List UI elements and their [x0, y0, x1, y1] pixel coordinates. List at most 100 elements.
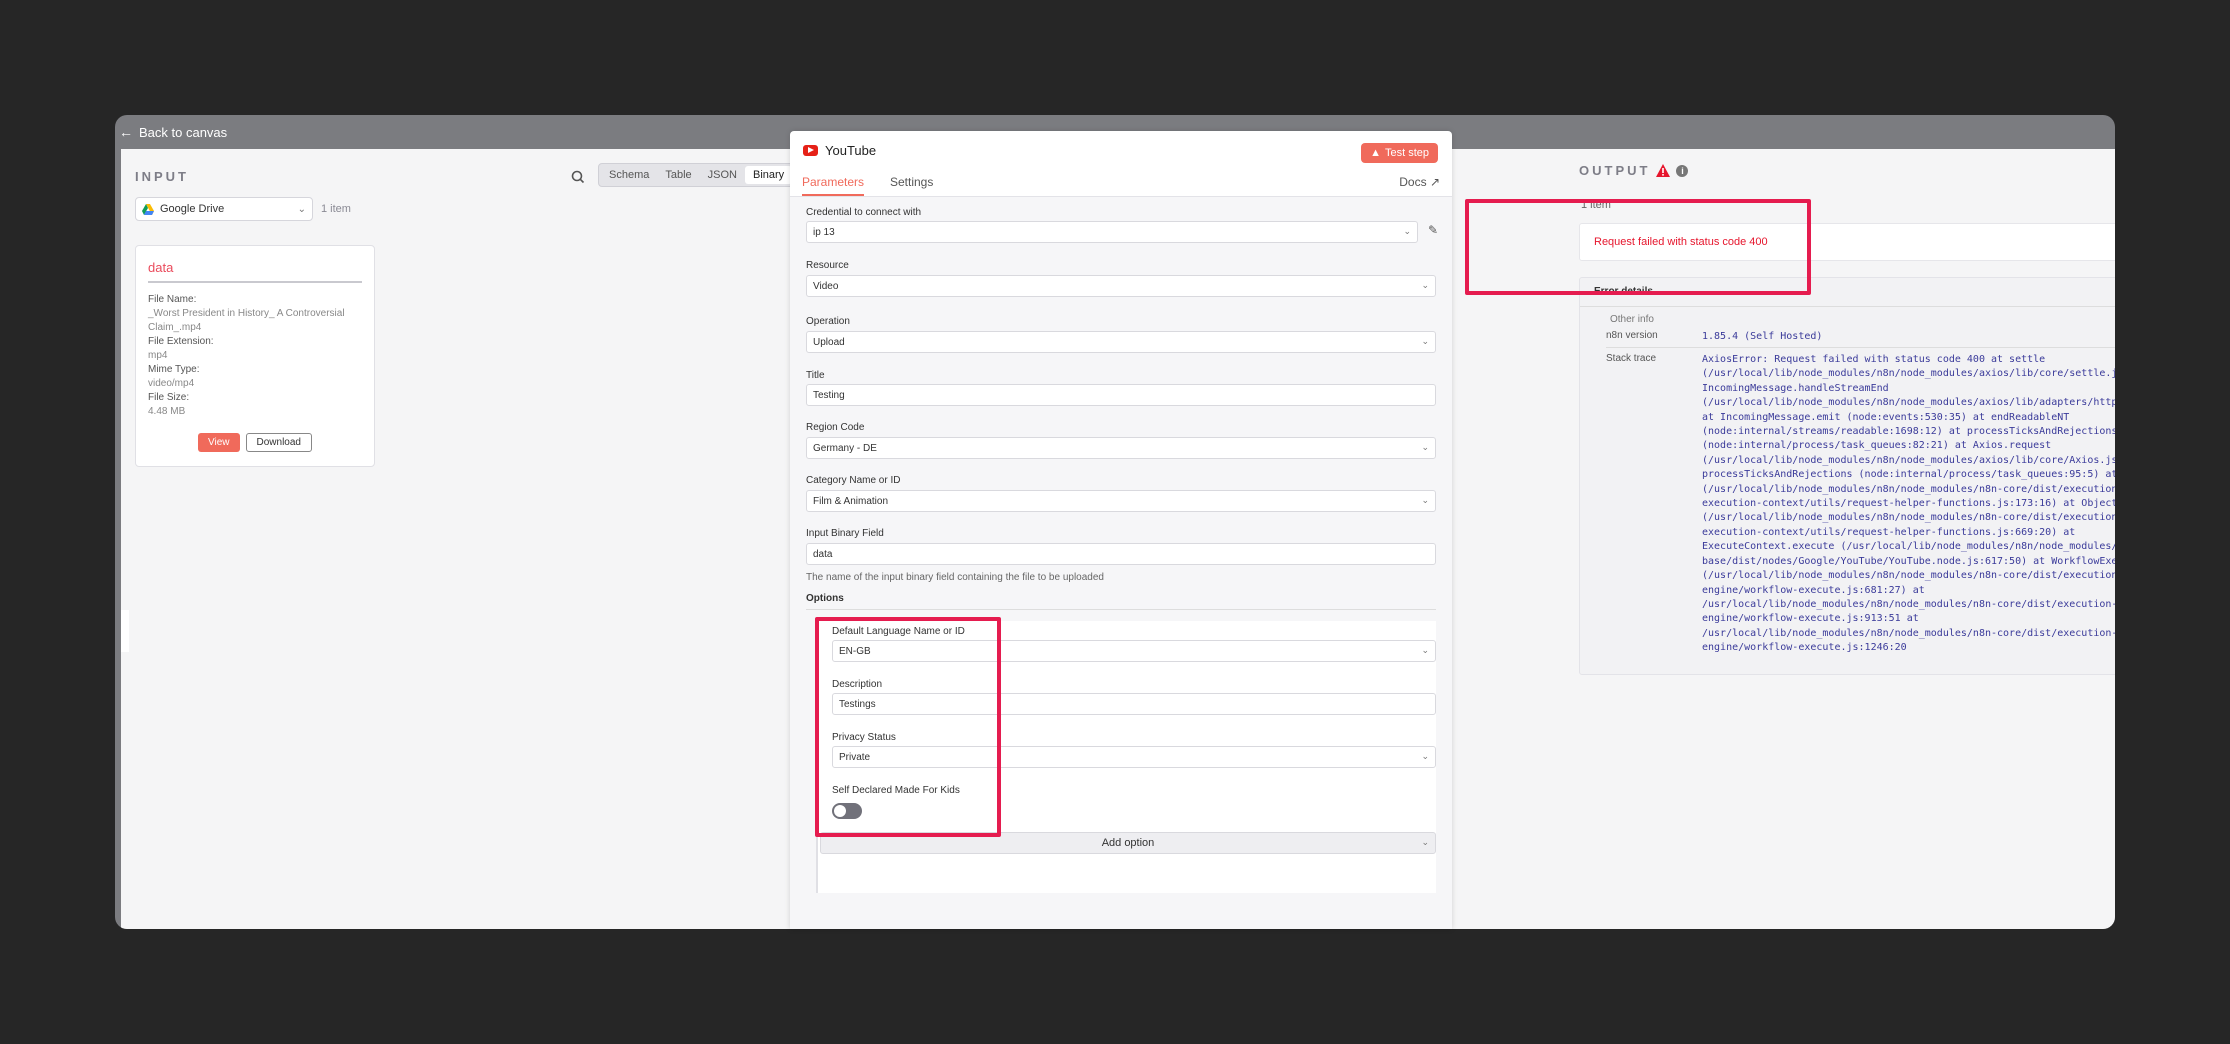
tab-table[interactable]: Table	[657, 166, 699, 184]
file-name-line1: _Worst President in History_ A Controver…	[148, 308, 345, 319]
input-view-tabs: Schema Table JSON Binary	[598, 163, 796, 187]
file-name-label: File Name:	[148, 294, 197, 305]
download-button[interactable]: Download	[245, 433, 312, 452]
info-icon[interactable]: i	[1676, 164, 1689, 177]
chevron-down-icon: ⌄	[1421, 751, 1429, 761]
view-button[interactable]: View	[198, 433, 240, 452]
chevron-down-icon: ⌄	[1421, 280, 1429, 290]
size-label: File Size:	[148, 392, 190, 403]
input-panel: INPUT Schema Table JSON Binary Google Dr…	[135, 163, 796, 467]
resource-value: Video	[813, 280, 839, 292]
chevron-down-icon: ⌄	[1421, 837, 1429, 847]
title-label: Title	[806, 370, 825, 381]
youtube-node-panel: YouTube ▲ Test step Parameters Settings …	[790, 131, 1452, 929]
version-value: 1.85.4 (Self Hosted)	[1702, 331, 1823, 342]
default-language-select[interactable]: EN-GB ⌄	[832, 640, 1436, 662]
chevron-down-icon: ⌄	[1421, 336, 1429, 346]
stack-trace-key: Stack trace	[1606, 353, 1657, 364]
arrow-left-icon: ←	[119, 124, 133, 140]
file-ext-label: File Extension:	[148, 336, 214, 347]
mime-label: Mime Type:	[148, 364, 200, 375]
binary-data-card: data File Name: _Worst President in Hist…	[135, 245, 375, 467]
binary-field-input[interactable]: data	[806, 543, 1436, 565]
version-key: n8n version	[1606, 330, 1658, 341]
description-label: Description	[832, 679, 883, 690]
credential-label: Credential to connect with	[806, 207, 922, 218]
add-option-button[interactable]: Add option ⌄	[820, 832, 1436, 854]
input-title: INPUT	[135, 168, 189, 184]
back-label: Back to canvas	[139, 124, 228, 140]
kids-label: Self Declared Made For Kids	[832, 785, 960, 796]
chevron-down-icon: ⌄	[1403, 226, 1411, 236]
parameters-form: Credential to connect with ip 13 ⌄ ✎ Res…	[790, 197, 1452, 929]
back-to-canvas-link[interactable]: ← Back to canvas	[119, 115, 227, 149]
tab-schema[interactable]: Schema	[601, 166, 657, 184]
category-label: Category Name or ID	[806, 475, 901, 486]
output-item-count: 1 item	[1581, 199, 1611, 211]
region-label: Region Code	[806, 422, 865, 433]
search-icon[interactable]	[567, 166, 589, 188]
title-input[interactable]: Testing	[806, 384, 1436, 406]
external-link-icon: ↗	[1429, 175, 1440, 189]
node-header: YouTube	[803, 143, 876, 158]
chevron-down-icon: ⌄	[297, 203, 306, 215]
error-message-box: Request failed with status code 400	[1579, 223, 2115, 261]
category-value: Film & Animation	[813, 495, 889, 507]
mime-value: video/mp4	[148, 378, 195, 389]
tab-json[interactable]: JSON	[700, 166, 745, 184]
default-language-value: EN-GB	[839, 645, 871, 657]
operation-select[interactable]: Upload ⌄	[806, 331, 1436, 353]
google-drive-icon	[142, 203, 154, 215]
flask-icon: ▲	[1370, 147, 1381, 159]
privacy-select[interactable]: Private ⌄	[832, 746, 1436, 768]
size-value: 4.48 MB	[148, 406, 186, 417]
binary-field-hint: The name of the input binary field conta…	[806, 572, 1104, 583]
options-title: Options	[806, 593, 844, 604]
youtube-icon	[803, 145, 818, 156]
region-value: Germany - DE	[813, 442, 877, 454]
node-tabs: Parameters Settings	[790, 175, 1452, 197]
divider	[806, 609, 1436, 610]
tab-binary[interactable]: Binary	[745, 166, 793, 184]
left-edge-strip	[121, 610, 129, 652]
category-select[interactable]: Film & Animation ⌄	[806, 490, 1436, 512]
binary-field-value: data	[813, 548, 833, 560]
warning-icon	[1656, 164, 1671, 177]
tab-settings[interactable]: Settings	[890, 175, 933, 194]
tab-parameters[interactable]: Parameters	[802, 175, 865, 196]
default-language-label: Default Language Name or ID	[832, 626, 965, 637]
resource-select[interactable]: Video ⌄	[806, 275, 1436, 297]
other-info-row: Other info	[1610, 314, 1654, 325]
divider	[1580, 306, 2115, 307]
region-select[interactable]: Germany - DE ⌄	[806, 437, 1436, 459]
privacy-label: Privacy Status	[832, 732, 896, 743]
description-value: Testings	[839, 698, 876, 710]
operation-value: Upload	[813, 336, 845, 348]
node-name[interactable]: YouTube	[825, 143, 876, 158]
chevron-down-icon: ⌄	[1421, 645, 1429, 655]
test-step-button[interactable]: ▲ Test step	[1361, 143, 1438, 163]
privacy-value: Private	[839, 751, 871, 763]
docs-link[interactable]: Docs ↗	[1399, 175, 1440, 189]
stack-trace-value: AxiosError: Request failed with status c…	[1702, 354, 2115, 654]
add-option-label: Add option	[1101, 837, 1155, 849]
file-name-line2: Claim_.mp4	[148, 322, 202, 333]
source-node-name: Google Drive	[160, 203, 225, 215]
edit-credential-icon[interactable]: ✎	[1428, 223, 1438, 237]
made-for-kids-toggle[interactable]	[832, 803, 862, 819]
error-details-title[interactable]: Error details	[1594, 286, 1653, 297]
title-value: Testing	[813, 389, 845, 401]
docs-label: Docs	[1399, 175, 1427, 189]
input-item-count: 1 item	[321, 203, 351, 215]
divider	[1606, 347, 2115, 348]
input-source-select[interactable]: Google Drive ⌄	[135, 197, 313, 221]
chevron-down-icon: ⌄	[1421, 442, 1429, 452]
test-step-label: Test step	[1384, 147, 1429, 159]
credential-select[interactable]: ip 13 ⌄	[806, 221, 1418, 243]
operation-label: Operation	[806, 316, 850, 327]
credential-value: ip 13	[813, 226, 835, 238]
binary-meta: File Name: _Worst President in History_ …	[148, 293, 362, 419]
description-input[interactable]: Testings	[832, 693, 1436, 715]
error-message: Request failed with status code 400	[1594, 236, 1768, 248]
binary-field-label: Input Binary Field	[806, 528, 884, 539]
